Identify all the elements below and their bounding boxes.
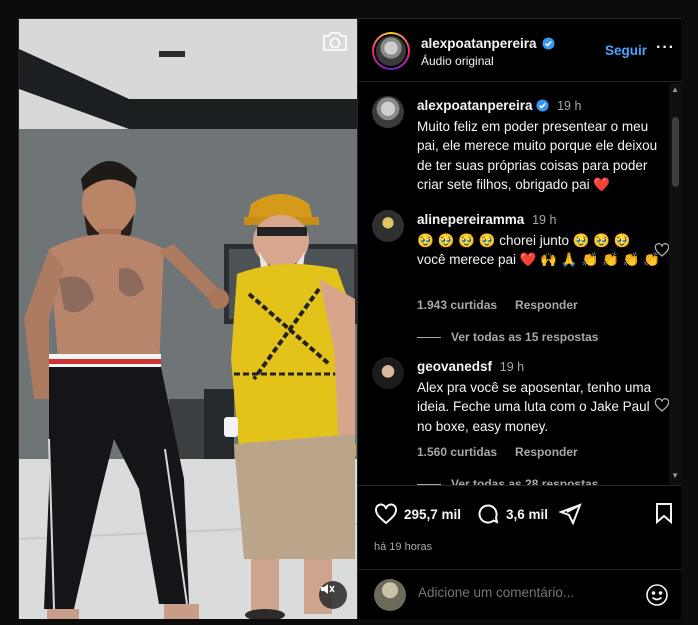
comment-likes[interactable]: 1.943 curtidas: [417, 298, 497, 312]
comment-input[interactable]: [418, 585, 618, 600]
comment-time: 19 h: [499, 360, 525, 374]
commenter-username[interactable]: geovanedsf: [417, 359, 492, 374]
comment-button[interactable]: 3,6 mil: [476, 502, 548, 526]
original-audio-link[interactable]: Áudio original: [421, 54, 494, 68]
comment-meta: 1.943 curtidas Responder: [417, 298, 578, 312]
comment-meta: 1.560 curtidas Responder: [417, 445, 578, 459]
verified-badge-icon: [536, 98, 549, 112]
current-user-avatar: [374, 579, 406, 611]
scroll-up-icon[interactable]: ▲: [671, 85, 679, 94]
author-username-link[interactable]: alexpoatanpereira: [421, 36, 555, 51]
comment-text: 🥹 🥹 🥹 🥹 chorei junto 🥹 🥹 🥹 você merece p…: [417, 232, 660, 268]
mute-icon[interactable]: [319, 581, 347, 609]
scrollbar-thumb[interactable]: [672, 117, 679, 187]
post-side-panel: alexpoatanpereira Áudio original Seguir …: [357, 19, 682, 619]
heart-icon: [375, 503, 397, 525]
follow-button[interactable]: Seguir: [605, 43, 647, 58]
heart-icon[interactable]: [654, 242, 670, 258]
view-replies-label: Ver todas as 15 respostas: [451, 330, 599, 344]
add-comment-bar: [358, 569, 682, 619]
more-options-icon[interactable]: ···: [656, 39, 675, 57]
comments-list: alexpoatanpereira 19 h Muito feliz em po…: [358, 82, 682, 485]
view-replies-button[interactable]: Ver todas as 15 respostas: [417, 330, 598, 344]
comment-text: Alex pra você se aposentar, tenho uma id…: [417, 379, 652, 434]
reply-button[interactable]: Responder: [515, 298, 578, 312]
reply-button[interactable]: Responder: [515, 445, 578, 459]
post-modal: alexpoatanpereira Áudio original Seguir …: [18, 18, 682, 619]
caption-time: 19 h: [557, 99, 582, 113]
view-replies-button[interactable]: Ver todas as 28 respostas: [417, 477, 598, 485]
author-avatar[interactable]: [372, 32, 410, 70]
save-button[interactable]: [654, 502, 674, 524]
heart-icon[interactable]: [654, 397, 670, 413]
caption-username[interactable]: alexpoatanpereira: [417, 98, 533, 113]
post-actions: 295,7 mil 3,6 mil há 19 horas: [358, 485, 682, 569]
view-replies-label: Ver todas as 28 respostas: [451, 477, 599, 485]
likes-count: 295,7 mil: [404, 506, 462, 522]
camera-icon[interactable]: [321, 29, 349, 53]
commenter-username[interactable]: alinepereiramma: [417, 212, 524, 227]
comments-count: 3,6 mil: [506, 506, 549, 522]
scroll-down-icon[interactable]: ▼: [671, 471, 679, 480]
comment-likes[interactable]: 1.560 curtidas: [417, 445, 497, 459]
post-header: alexpoatanpereira Áudio original Seguir …: [358, 19, 682, 82]
caption-text: Muito feliz em poder presentear o meu pa…: [417, 118, 658, 193]
comment-icon: [478, 504, 499, 524]
author-username[interactable]: alexpoatanpereira: [421, 36, 537, 51]
post-video[interactable]: [19, 19, 357, 619]
commenter-avatar[interactable]: [372, 357, 404, 389]
like-button[interactable]: 295,7 mil: [374, 502, 461, 526]
verified-badge-icon: [542, 37, 555, 50]
share-button[interactable]: [558, 502, 582, 526]
commenter-avatar[interactable]: [372, 210, 404, 242]
share-icon: [558, 503, 582, 526]
video-frame-illustration: [19, 19, 357, 619]
posted-time[interactable]: há 19 horas: [374, 541, 432, 553]
bookmark-icon: [656, 503, 672, 524]
caption-avatar[interactable]: [372, 96, 404, 128]
emoji-icon[interactable]: [645, 583, 669, 607]
comment-time: 19 h: [532, 213, 557, 227]
